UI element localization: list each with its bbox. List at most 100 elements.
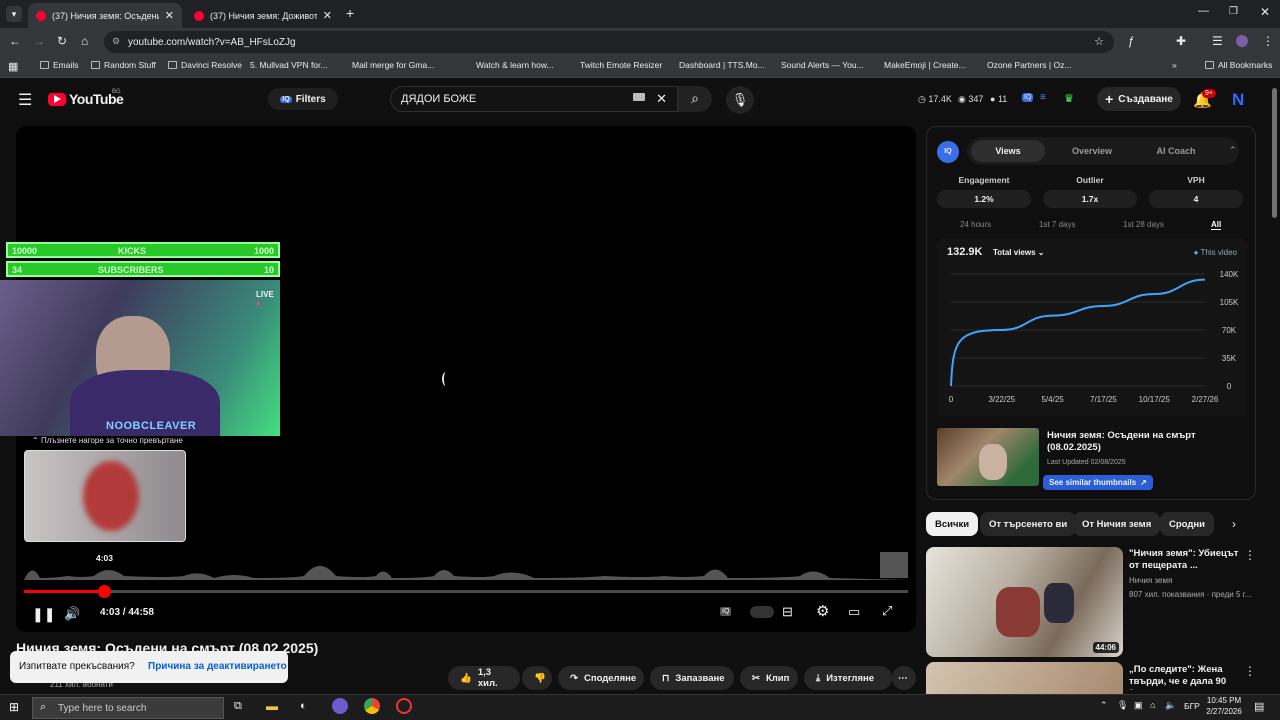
related-thumbnail-1[interactable]: 44:06 <box>926 547 1123 657</box>
keyboard-icon[interactable] <box>633 93 645 101</box>
tab-ai-coach[interactable]: AI Coach <box>1139 140 1213 162</box>
new-tab-icon[interactable]: + <box>346 5 354 21</box>
bookmark-davinci[interactable]: Davinci Resolve <box>168 60 242 70</box>
related-title-1[interactable]: "Ничия земя": Убиецът от пещерата ... <box>1129 548 1241 572</box>
obs-icon[interactable] <box>396 698 412 714</box>
tab-views[interactable]: Views <box>971 140 1045 162</box>
extension-icon[interactable]: ƒ <box>1128 34 1135 48</box>
bookmark-star-icon[interactable]: ☆ <box>1094 35 1104 48</box>
search-input[interactable]: ДЯДОИ БОЖЕ ✕ <box>390 86 678 112</box>
bookmark-tts[interactable]: Dashboard | TTS.Mo... <box>679 60 765 70</box>
more-actions-button[interactable]: ⋯ <box>892 666 916 690</box>
bookmark-emails[interactable]: Emails <box>40 60 79 70</box>
reading-list-icon[interactable]: ☰ <box>1212 34 1223 48</box>
tab-search-icon[interactable]: ▾ <box>6 6 22 22</box>
bookmark-makeemoji[interactable]: MakeEmoji | Create... <box>884 60 966 70</box>
chips-next-icon[interactable]: › <box>1232 517 1236 531</box>
volume-icon[interactable]: 🔊 <box>64 606 80 622</box>
menu-kebab-icon[interactable]: ⋮ <box>1262 34 1274 48</box>
apps-grid-icon[interactable]: ▦ <box>8 60 18 73</box>
vidiq-player-icon[interactable]: IQ <box>720 607 732 616</box>
site-info-icon[interactable]: ⚙ <box>112 36 120 47</box>
chip-from-channel[interactable]: От Ничия земя <box>1073 512 1161 536</box>
chip-related[interactable]: Сродни <box>1160 512 1214 536</box>
page-scrollbar[interactable] <box>1272 88 1277 218</box>
tab-close-icon[interactable]: ✕ <box>165 9 174 22</box>
reload-icon[interactable]: ↻ <box>57 34 67 48</box>
bookmark-mail-merge[interactable]: Mail merge for Gma... <box>352 60 434 70</box>
bookmark-mullvad[interactable]: 5. Mullvad VPN for... <box>250 60 327 70</box>
similar-thumbnails-button[interactable]: See similar thumbnails ↗ <box>1043 475 1153 490</box>
speaker-icon[interactable]: 🔈 <box>1165 700 1176 711</box>
subtitles-icon[interactable]: ⊟ <box>782 604 793 620</box>
app-icon[interactable]: ◐ <box>300 700 307 712</box>
pause-icon[interactable]: ❚❚ <box>32 606 55 623</box>
task-view-icon[interactable]: ⧉ <box>234 700 242 713</box>
start-windows-icon[interactable]: ⊞ <box>9 700 19 714</box>
progress-scrubber[interactable] <box>97 585 111 598</box>
range-all[interactable]: All <box>1211 220 1222 230</box>
toast-link[interactable]: Причина за деактивирането <box>148 661 287 672</box>
chip-all[interactable]: Всички <box>926 512 979 536</box>
taskbar-search-input[interactable]: ⌕ Type here to search <box>32 697 224 719</box>
video-player[interactable]: 10000 KICKS 1000 34 SUBSCRIBERS 10 LIVE … <box>0 126 916 632</box>
clock-time[interactable]: 10:45 PM <box>1206 696 1242 705</box>
vidiq-achievement-icon[interactable]: ♛ <box>1064 92 1074 105</box>
related-title-2[interactable]: „По следите": Жена твърди, че е дала 90 … <box>1129 664 1241 690</box>
mic-tray-icon[interactable]: 🎙 <box>1117 700 1128 711</box>
related-menu-icon[interactable]: ⋮ <box>1244 548 1256 562</box>
range-24h[interactable]: 24 hours <box>960 220 991 229</box>
close-window-icon[interactable]: ✕ <box>1260 5 1270 19</box>
settings-gear-icon[interactable]: ⚙ <box>816 602 829 620</box>
related-channel-1[interactable]: Ничия земя <box>1129 576 1172 585</box>
language-indicator[interactable]: БГР <box>1184 701 1200 711</box>
forward-icon[interactable]: → <box>33 34 45 48</box>
range-7d[interactable]: 1st 7 days <box>1039 220 1075 229</box>
chrome-icon[interactable] <box>364 698 380 714</box>
bookmark-random-stuff[interactable]: Random Stuff <box>91 60 156 70</box>
bookmarks-overflow-icon[interactable]: » <box>1172 60 1177 70</box>
account-avatar[interactable]: N <box>1232 90 1244 110</box>
menu-hamburger-icon[interactable]: ☰ <box>18 90 32 110</box>
url-input[interactable]: ⚙ youtube.com/watch?v=AB_HFsLoZJg ☆ <box>104 31 1114 53</box>
vidiq-badge-icon[interactable]: IQ <box>1022 93 1034 102</box>
range-28d[interactable]: 1st 28 days <box>1123 220 1164 229</box>
discord-icon[interactable] <box>332 698 348 714</box>
restore-icon[interactable]: ❐ <box>1229 6 1238 17</box>
chip-from-search[interactable]: От търсенето ви <box>980 512 1077 536</box>
minimize-icon[interactable]: — <box>1198 5 1209 17</box>
bookmark-ozone[interactable]: Ozone Partners | Oz... <box>987 60 1071 70</box>
clock-date[interactable]: 2/27/2026 <box>1202 707 1246 716</box>
clear-search-icon[interactable]: ✕ <box>656 91 667 107</box>
tray-chevron-icon[interactable]: ⌃ <box>1100 700 1108 711</box>
progress-track[interactable] <box>24 585 908 598</box>
network-icon[interactable]: ⌂ <box>1150 700 1155 710</box>
tab-1[interactable]: (37) Ничия земя: Осъдени на с ✕ <box>28 3 182 28</box>
extensions-puzzle-icon[interactable]: ✚ <box>1176 34 1186 48</box>
all-bookmarks[interactable]: All Bookmarks <box>1205 60 1272 70</box>
tray-app-icon[interactable]: ▣ <box>1134 700 1143 711</box>
video-thumbnail[interactable] <box>937 428 1039 486</box>
autoplay-toggle[interactable] <box>750 606 774 618</box>
like-button[interactable]: 👍 1,3 хил. <box>448 666 520 690</box>
profile-avatar[interactable] <box>1236 35 1248 47</box>
tab-2[interactable]: (37) Ничия земя: Доживотна з ✕ <box>186 3 340 28</box>
bookmark-watch-learn[interactable]: Watch & learn how... <box>476 60 554 70</box>
theater-mode-icon[interactable]: ▭ <box>848 604 860 620</box>
share-button[interactable]: ↷ Споделяне <box>558 666 644 690</box>
search-button[interactable]: ⌕ <box>678 86 712 112</box>
filters-button[interactable]: IQ Filters <box>268 88 338 110</box>
voice-search-icon[interactable]: 🎙 <box>726 86 754 114</box>
file-explorer-icon[interactable]: ▬ <box>266 699 278 713</box>
bookmark-sound-alerts[interactable]: Sound Alerts — You... <box>781 60 864 70</box>
fullscreen-icon[interactable]: ⤢ <box>882 603 892 619</box>
bookmark-twitch-emote[interactable]: Twitch Emote Resizer <box>580 60 662 70</box>
back-icon[interactable]: ← <box>9 34 21 48</box>
save-button[interactable]: ⊓ Запазване <box>650 666 734 690</box>
collapse-chevron-icon[interactable]: ⌃ <box>1229 145 1237 156</box>
create-button[interactable]: + Създаване <box>1097 87 1181 111</box>
vidiq-list-icon[interactable]: ≡ <box>1040 92 1046 103</box>
home-icon[interactable]: ⌂ <box>81 34 88 48</box>
tab-close-icon[interactable]: ✕ <box>323 9 332 22</box>
download-button[interactable]: ⤓ Изтегляне <box>804 666 892 690</box>
